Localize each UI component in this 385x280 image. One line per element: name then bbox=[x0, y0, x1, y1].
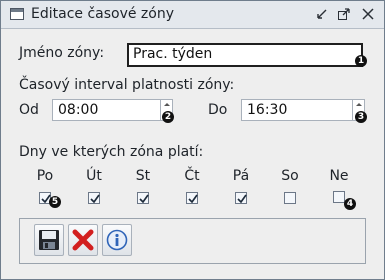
zone-name-input[interactable]: Prac. týden bbox=[127, 43, 363, 67]
info-button[interactable] bbox=[102, 224, 132, 256]
callout-badge-2: 2 bbox=[162, 111, 174, 123]
close-icon[interactable] bbox=[361, 7, 375, 21]
day-label-ct: Čt bbox=[184, 168, 200, 184]
callout-badge-3: 3 bbox=[355, 111, 367, 123]
cancel-button[interactable] bbox=[68, 224, 98, 256]
to-time-value: 16:30 bbox=[247, 102, 288, 118]
day-label-st: St bbox=[135, 168, 151, 184]
checkmark-icon bbox=[139, 194, 149, 204]
days-heading: Dny ve kterých zóna platí: bbox=[19, 144, 204, 160]
from-time-value: 08:00 bbox=[58, 102, 99, 118]
title-bar: Editace časové zóny bbox=[1, 1, 384, 29]
day-checkbox-ne[interactable] bbox=[333, 191, 345, 203]
window-icon bbox=[10, 8, 24, 20]
callout-badge-5: 5 bbox=[49, 196, 61, 208]
day-checkbox-ut[interactable] bbox=[88, 192, 100, 204]
day-label-ut: Út bbox=[86, 168, 102, 184]
interval-heading: Časový interval platnosti zóny: bbox=[19, 77, 235, 93]
day-label-so: So bbox=[281, 168, 299, 184]
day-checkbox-so[interactable] bbox=[284, 192, 296, 204]
red-x-cancel-icon bbox=[72, 229, 94, 251]
action-toolbar bbox=[19, 218, 366, 264]
day-label-ne: Ne bbox=[329, 168, 349, 184]
day-label-pa: Pá bbox=[232, 168, 250, 184]
zone-name-label: Jméno zóny: bbox=[19, 45, 105, 61]
minimize-icon[interactable] bbox=[315, 7, 329, 21]
checkmark-icon bbox=[90, 194, 100, 204]
from-time-field[interactable]: 08:00 bbox=[52, 99, 173, 121]
window-title: Editace časové zóny bbox=[31, 6, 175, 22]
to-time-field[interactable]: 16:30 bbox=[241, 99, 365, 121]
day-checkbox-st[interactable] bbox=[137, 192, 149, 204]
day-label-po: Po bbox=[36, 168, 54, 184]
floppy-save-icon bbox=[39, 230, 59, 250]
day-checkbox-pa[interactable] bbox=[235, 192, 247, 204]
spinner-up-icon[interactable] bbox=[353, 99, 364, 110]
info-icon bbox=[106, 229, 128, 251]
callout-badge-4: 4 bbox=[344, 198, 356, 210]
maximize-icon[interactable] bbox=[337, 7, 351, 21]
time-zone-editor-window: Editace časové zóny Jméno zóny: Prac. tý… bbox=[0, 0, 385, 280]
from-label: Od bbox=[19, 102, 39, 118]
spinner-up-icon[interactable] bbox=[161, 99, 172, 110]
callout-badge-1: 1 bbox=[355, 55, 367, 67]
checkmark-icon bbox=[188, 194, 198, 204]
checkmark-icon bbox=[237, 194, 247, 204]
day-checkbox-ct[interactable] bbox=[186, 192, 198, 204]
save-button[interactable] bbox=[34, 224, 64, 256]
to-label: Do bbox=[208, 102, 228, 118]
